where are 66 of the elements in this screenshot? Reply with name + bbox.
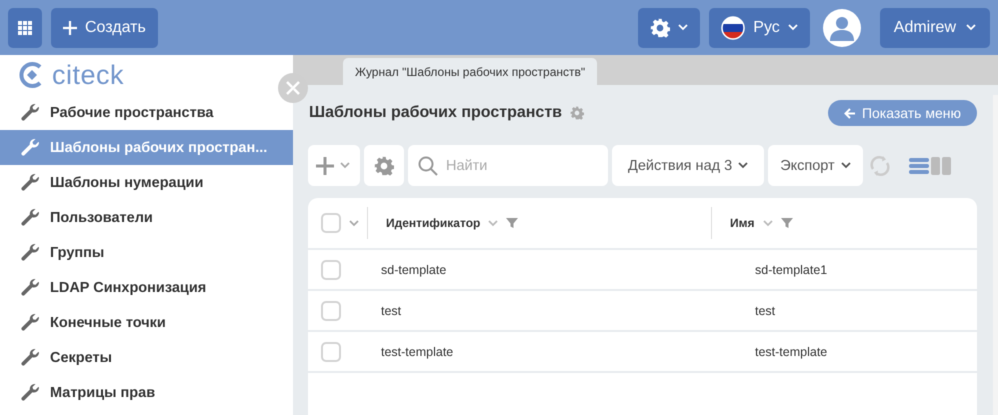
flag-icon [721, 16, 746, 40]
settings-button[interactable] [364, 145, 404, 186]
wrench-icon [20, 348, 40, 368]
wrench-icon [20, 242, 40, 262]
search-field[interactable]: Найти [408, 145, 608, 186]
chevron-down-icon [966, 24, 976, 31]
sidebar-item[interactable]: Секреты [0, 340, 293, 375]
column-header[interactable]: Имя [730, 216, 755, 230]
chevron-down-icon [738, 162, 748, 169]
wrench-icon [20, 312, 40, 332]
add-button[interactable] [308, 145, 360, 186]
sidebar-item[interactable]: Матрицы прав [0, 375, 293, 410]
filter-icon[interactable] [780, 217, 793, 229]
chevron-down-icon [349, 220, 359, 226]
table-cell: test-template [755, 344, 828, 358]
chevron-down-icon [678, 24, 688, 31]
logo-text: citeck [52, 60, 124, 90]
gear-icon [570, 106, 584, 120]
row-checkbox[interactable] [321, 260, 341, 280]
gear-icon [650, 18, 670, 38]
table-cell: sd-template [381, 262, 446, 276]
wrench-icon [20, 278, 40, 298]
wrench-icon [20, 382, 40, 402]
sidebar-item[interactable]: Рабочие пространства [0, 95, 293, 130]
select-all-checkbox[interactable] [321, 213, 341, 233]
wrench-icon [20, 208, 40, 228]
table-cell: test-template [381, 344, 454, 358]
wrench-icon [20, 172, 40, 192]
table-cell: test [755, 304, 776, 318]
row-checkbox[interactable] [321, 300, 341, 320]
actions-button[interactable]: Действия над 3 [612, 145, 764, 186]
page-title: Шаблоны рабочих пространств [309, 104, 562, 122]
journal-tab[interactable]: Журнал "Шаблоны рабочих пространств" [343, 58, 598, 85]
language-button[interactable]: Рус [709, 8, 810, 48]
arrow-left-icon [844, 108, 856, 118]
list-view-icon[interactable] [908, 156, 929, 176]
create-button[interactable]: Создать [51, 8, 158, 48]
chevron-down-icon [762, 220, 773, 226]
plus-icon [63, 20, 77, 34]
chevron-down-icon [340, 162, 350, 169]
apps-button[interactable] [8, 8, 42, 48]
chevron-down-icon [788, 24, 798, 31]
gear-icon [374, 156, 394, 176]
export-button[interactable]: Экспорт [768, 145, 863, 186]
column-header[interactable]: Идентификатор [386, 216, 480, 230]
user-menu-button[interactable]: Admirew [880, 8, 990, 48]
sidebar-item[interactable]: Группы [0, 235, 293, 270]
chevron-down-icon [488, 220, 498, 226]
search-icon [418, 156, 438, 176]
wrench-icon [20, 138, 40, 158]
plus-icon [316, 156, 334, 174]
table-cell: test [381, 304, 402, 318]
refresh-icon[interactable] [868, 154, 891, 176]
table-cell: sd-template1 [755, 262, 828, 276]
sidebar-item[interactable]: Конечные точки [0, 305, 293, 340]
wrench-icon [20, 102, 40, 122]
chevron-down-icon [840, 162, 851, 169]
filter-icon[interactable] [506, 217, 518, 229]
sidebar-item[interactable]: LDAP Синхронизация [0, 270, 293, 305]
row-checkbox[interactable] [321, 342, 341, 362]
columns-view-icon[interactable] [930, 156, 952, 176]
grid-icon [18, 20, 32, 34]
settings-button[interactable] [638, 8, 700, 48]
sidebar-item[interactable]: Шаблоны нумерации [0, 165, 293, 200]
sidebar-item[interactable]: Пользователи [0, 200, 293, 235]
avatar-icon[interactable] [822, 8, 861, 46]
